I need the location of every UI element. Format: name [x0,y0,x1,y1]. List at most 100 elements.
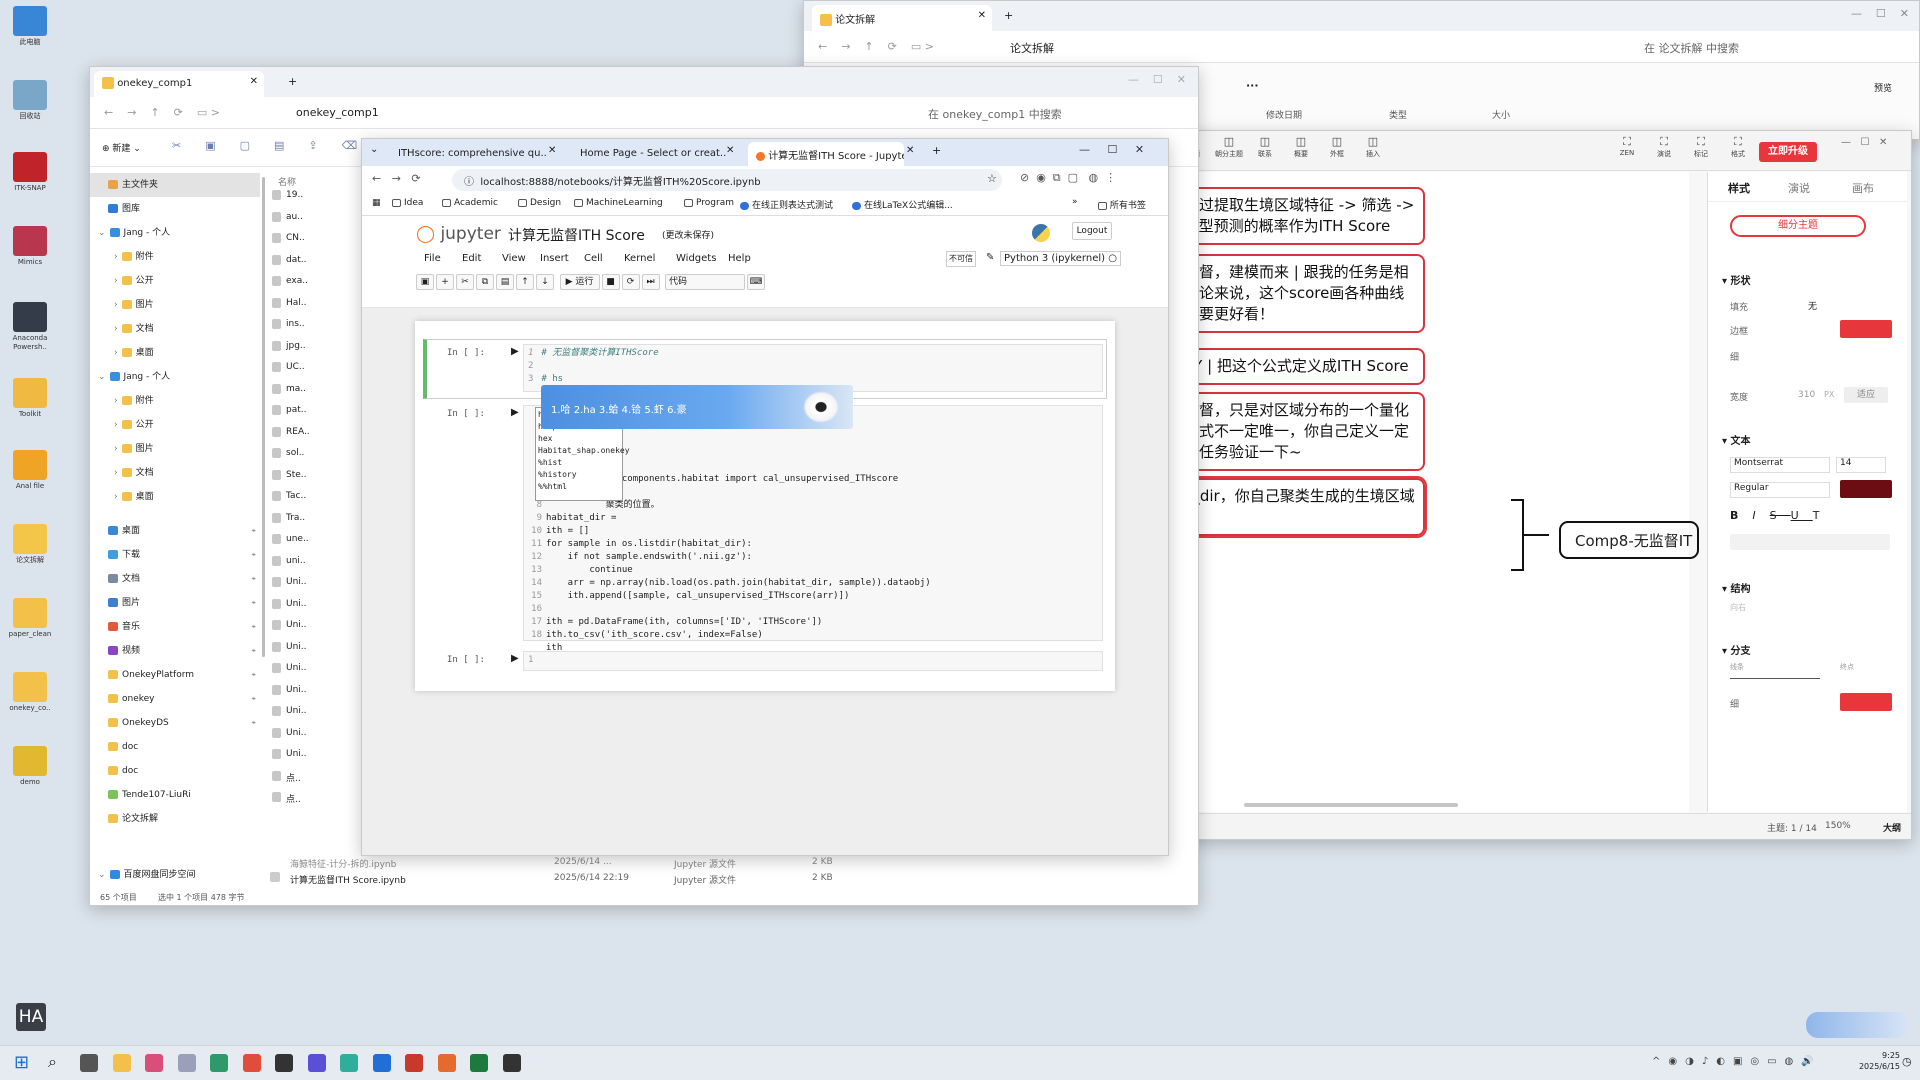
menu-view[interactable]: View [502,253,526,264]
expand-chevron-icon[interactable]: › [114,468,118,478]
tab-notebook-active[interactable]: 计算无监督ITH Score - Jupyte.. [748,142,904,166]
kernel-indicator[interactable]: Python 3 (ipykernel) ○ [1000,251,1121,266]
extension-icons[interactable]: ⊘ ◉ ⧉ ▢ ◍ ⋮ [1020,171,1116,185]
sidebar-item[interactable]: ⌄ Jang - 个人 [90,365,260,389]
menu-help[interactable]: Help [728,253,751,264]
taskbar-app-icon[interactable] [502,1054,521,1072]
jupyter-logo[interactable]: ◯ jupyter [416,224,501,244]
desktop-icon[interactable]: Toolkit [8,378,52,419]
file-row[interactable]: pat.. [272,402,312,420]
toolbar-button[interactable]: ⛶ 演说 [1646,135,1682,159]
text-color-swatch[interactable] [1840,480,1892,498]
cell-editor[interactable]: 1 [523,651,1103,671]
window-controls[interactable]: — ☐ ✕ [1841,137,1887,148]
add-cell-icon[interactable]: + [436,274,454,290]
file-row[interactable]: Hal.. [272,295,312,313]
desktop-icon[interactable]: 论文拆解 [8,524,52,565]
pin-icon[interactable]: ⌖ [251,663,256,687]
expand-chevron-icon[interactable]: › [114,348,118,358]
run-cell-icon[interactable]: ▶ [511,407,519,418]
section-text[interactable]: ▾ 文本 [1722,432,1751,447]
menu-edit[interactable]: Edit [462,253,481,264]
tray-icons[interactable]: ^◉◑♪◐▣◎▭◍🔊 [1652,1056,1822,1067]
pin-icon[interactable]: ⌖ [251,591,256,615]
subtopic-select[interactable]: 细分主题 [1730,215,1866,237]
toolbar-button[interactable]: ◫ 联系 [1247,135,1283,159]
run-cell-icon[interactable]: ▶ [511,653,519,664]
sidebar-item[interactable]: › 图片 [90,293,260,317]
expand-chevron-icon[interactable]: › [114,300,118,310]
paste-icon[interactable]: ▤ [496,274,514,290]
file-row[interactable]: CN.. [272,230,312,248]
sidebar-item[interactable]: ⌄ 百度网盘同步空间 [90,863,260,887]
ime-candidate-bar[interactable]: 1.哈 2.ha 3.蛤 4.铪 5.虾 6.豪 [541,385,853,429]
desktop-icon[interactable]: paper_clean [8,598,52,639]
fill-select[interactable]: 无 [1808,299,1817,312]
desktop-icon[interactable]: demo [8,746,52,787]
start-icon[interactable]: ⊞ [14,1052,29,1073]
nav-arrows[interactable]: ← → ↑ ⟳ ▭ > [104,106,220,119]
cut-icon[interactable]: ✂ [456,274,474,290]
width-value[interactable]: 310 [1798,390,1815,400]
sidebar-item[interactable]: 主文件夹 [90,173,260,197]
upgrade-button[interactable]: 立即升级 [1759,142,1817,162]
expand-chevron-icon[interactable]: ⌄ [98,372,106,382]
file-row[interactable]: Uni.. [272,660,312,678]
expand-chevron-icon[interactable]: › [114,444,118,454]
section-branch[interactable]: ▾ 分支 [1722,642,1751,657]
nav-buttons[interactable]: ← → ⟳ [372,172,421,185]
taskbar-app-icon[interactable] [145,1054,163,1072]
notification-icon[interactable]: ◷ [1902,1055,1912,1068]
file-row[interactable]: jpg.. [272,338,312,356]
search-input[interactable]: 在 论文拆解 中搜索 [1644,40,1904,56]
bookmarks-overflow[interactable]: » [1072,197,1078,207]
file-row[interactable]: Uni.. [272,682,312,700]
toolbar-button[interactable]: ◫ 插入 [1355,135,1391,159]
stop-icon[interactable]: ■ [601,274,620,290]
section-structure[interactable]: ▾ 结构 [1722,580,1751,595]
sidebar-item[interactable]: › 图片 [90,437,260,461]
window-controls[interactable]: — ☐ ✕ [1851,7,1909,20]
breadcrumb[interactable]: onekey_comp1 [296,106,379,119]
toolbar-button[interactable]: ◫ 朝分主题 [1211,135,1247,159]
file-row[interactable]: Uni.. [272,639,312,657]
sidebar-item[interactable]: › 文档 [90,461,260,485]
expand-chevron-icon[interactable]: › [114,324,118,334]
close-tab-icon[interactable]: ✕ [250,76,258,87]
toolbar-button[interactable]: ◫ 概要 [1283,135,1319,159]
taskbar-app-icon[interactable] [275,1054,293,1072]
line-style-select[interactable] [1730,678,1820,679]
file-row[interactable]: une.. [272,531,312,549]
window-controls[interactable]: — ☐ ✕ [1128,73,1186,86]
file-row[interactable]: Tra.. [272,510,312,528]
ime-status-widget[interactable] [1806,1012,1910,1038]
horizontal-scrollbar[interactable] [1244,803,1458,807]
branch-color-swatch[interactable] [1840,693,1892,711]
nav-arrows[interactable]: ← → ↑ ⟳ ▭ > [818,40,934,53]
file-row[interactable]: 点.. [272,768,312,786]
central-topic[interactable]: Comp8-无监督IT [1559,521,1699,559]
expand-chevron-icon[interactable]: ⌄ [98,228,106,238]
desktop-icon[interactable]: 回收站 [8,80,52,121]
desktop-icon[interactable]: Mimics [8,226,52,267]
expand-chevron-icon[interactable]: › [114,396,118,406]
tab-title[interactable]: 论文拆解 [835,15,875,26]
autocomplete-item[interactable]: Habitat_shap.onekey [538,445,630,457]
close-tab-icon[interactable]: ✕ [726,145,734,156]
tab-search-icon[interactable]: ⌄ [370,144,378,155]
section-shape[interactable]: ▾ 形状 [1722,272,1751,287]
text-format-buttons[interactable]: BISUT [1730,509,1833,522]
expand-chevron-icon[interactable]: › [114,276,118,286]
file-row[interactable]: 点.. [272,789,312,807]
pin-icon[interactable]: ⌖ [251,615,256,639]
sidebar-item[interactable]: › 文档 [90,317,260,341]
taskbar-app-icon[interactable] [112,1054,131,1072]
tab-title[interactable]: onekey_comp1 [117,78,192,89]
file-row[interactable]: ma.. [272,381,312,399]
file-row[interactable]: Tac.. [272,488,312,506]
sidebar-item[interactable]: 图库 [90,197,260,221]
taskbar-app-icon[interactable] [340,1054,358,1072]
file-row[interactable]: sol.. [272,445,312,463]
file-row[interactable]: Uni.. [272,596,312,614]
sidebar-item[interactable]: Tende107-LiuRi [90,783,260,807]
